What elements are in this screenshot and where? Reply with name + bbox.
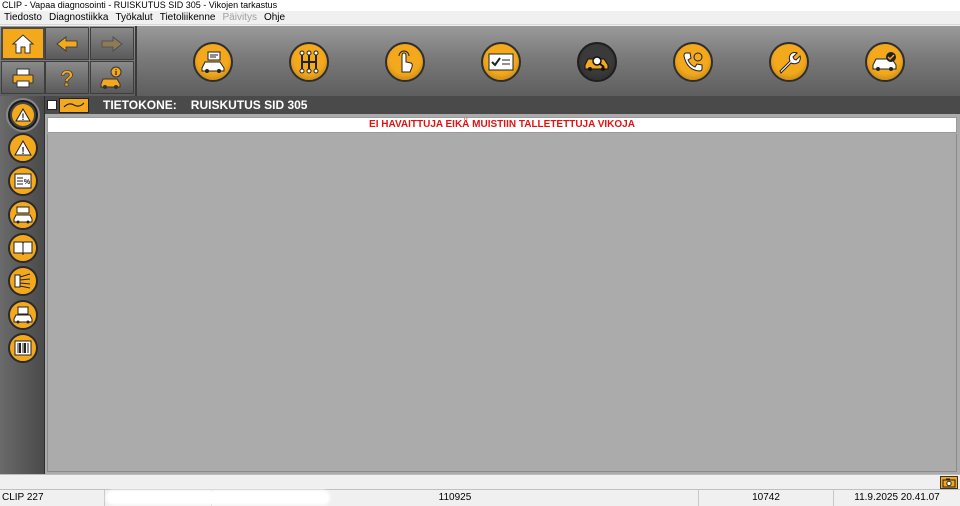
home-button[interactable]: [1, 27, 45, 60]
print-button[interactable]: [1, 61, 45, 94]
ecu-name: RUISKUTUS SID 305: [190, 98, 308, 112]
vehicle-check-icon: [872, 52, 897, 71]
ecu-label: TIETOKONE:: [103, 98, 177, 112]
touch-icon: [398, 50, 413, 73]
vehicle-save-icon: [13, 306, 33, 324]
checklist-button[interactable]: [481, 42, 521, 82]
vehicle-config-icon: [13, 206, 33, 224]
home-icon: [11, 33, 35, 53]
status-datetime: 11.9.2025 20.41.07: [854, 491, 940, 503]
vehicle-search-icon: [584, 56, 609, 71]
toolbar-main: [137, 26, 960, 96]
gearbox-icon: [299, 50, 319, 74]
sidebar-faults[interactable]: !: [8, 133, 38, 163]
status-bar: CLIP 227 110925 10742 11.9.2025 20.41.07: [0, 489, 960, 506]
back-button[interactable]: [45, 27, 89, 60]
sidebar-signals[interactable]: [8, 266, 38, 296]
sidebar: ! ! %: [0, 96, 45, 474]
ecu-header: TIETOKONE: RUISKUTUS SID 305: [45, 96, 960, 114]
sidebar-manual[interactable]: [8, 233, 38, 263]
status-number: 10742: [699, 489, 834, 506]
svg-text:%: %: [24, 179, 31, 186]
vehicle-check-button[interactable]: [865, 42, 905, 82]
screenshot-button[interactable]: [940, 476, 958, 489]
status-version: CLIP 227: [0, 489, 105, 506]
toolbar: ? i: [0, 26, 960, 96]
select-checkbox[interactable]: [47, 100, 57, 110]
redaction-blur: [108, 492, 328, 503]
manual-book-icon: [13, 241, 33, 256]
warning-icon: !: [15, 108, 31, 122]
barcode-icon: [14, 340, 32, 356]
wrench-button[interactable]: [769, 42, 809, 82]
phone-support-button[interactable]: [673, 42, 713, 82]
vehicle-info-icon: i: [100, 66, 122, 89]
sidebar-barcode[interactable]: [8, 333, 38, 363]
vehicle-info-button[interactable]: i: [90, 61, 134, 94]
camera-icon: [942, 478, 956, 487]
arrow-right-icon: [101, 35, 123, 52]
svg-text:?: ?: [60, 66, 73, 90]
svg-text:!: !: [21, 146, 24, 156]
menu-communication[interactable]: Tietoliikenne: [160, 11, 216, 25]
printer-icon: [12, 68, 34, 87]
menu-help[interactable]: Ohje: [264, 11, 285, 25]
gearbox-button[interactable]: [289, 42, 329, 82]
window-title: CLIP - Vapaa diagnosointi - RUISKUTUS SI…: [0, 0, 960, 11]
forward-button[interactable]: [90, 27, 134, 60]
menu-file[interactable]: Tiedosto: [4, 11, 42, 25]
sidebar-faults-current[interactable]: !: [8, 100, 38, 130]
brand-wave-icon: [63, 102, 85, 108]
menu-diagnostics[interactable]: Diagnostiikka: [49, 11, 108, 25]
parameters-icon: %: [14, 173, 32, 189]
toolbar-left: ? i: [0, 26, 135, 96]
help-button[interactable]: ?: [45, 61, 89, 94]
arrow-left-icon: [56, 35, 78, 52]
bottom-toolbar: [0, 474, 960, 489]
vehicle-id-icon: [201, 51, 225, 73]
sidebar-parameters[interactable]: %: [8, 166, 38, 196]
sidebar-vehicle-save[interactable]: [8, 300, 38, 330]
warning-icon: !: [14, 140, 32, 156]
question-icon: ?: [60, 66, 74, 90]
svg-text:!: !: [22, 112, 25, 122]
fault-status-message: EI HAVAITTUJA EIKÄ MUISTIIN TALLETETTUJA…: [47, 117, 957, 133]
phone-support-icon: [683, 52, 703, 72]
menu-tools[interactable]: Työkalut: [115, 11, 152, 25]
menu-update: Päivitys: [222, 11, 257, 23]
signals-icon: [14, 273, 31, 289]
main-content: TIETOKONE: RUISKUTUS SID 305 EI HAVAITTU…: [45, 96, 960, 474]
brand-logo: [59, 97, 89, 113]
wrench-icon: [779, 52, 801, 74]
fault-list-panel: [47, 134, 957, 472]
touch-button[interactable]: [385, 42, 425, 82]
checklist-icon: [488, 53, 514, 71]
vehicle-identification-button[interactable]: [193, 42, 233, 82]
sidebar-vehicle-config[interactable]: [8, 200, 38, 230]
menu-bar: Tiedosto Diagnostiikka Työkalut Tietolii…: [0, 11, 960, 25]
vehicle-search-button[interactable]: [577, 42, 617, 82]
